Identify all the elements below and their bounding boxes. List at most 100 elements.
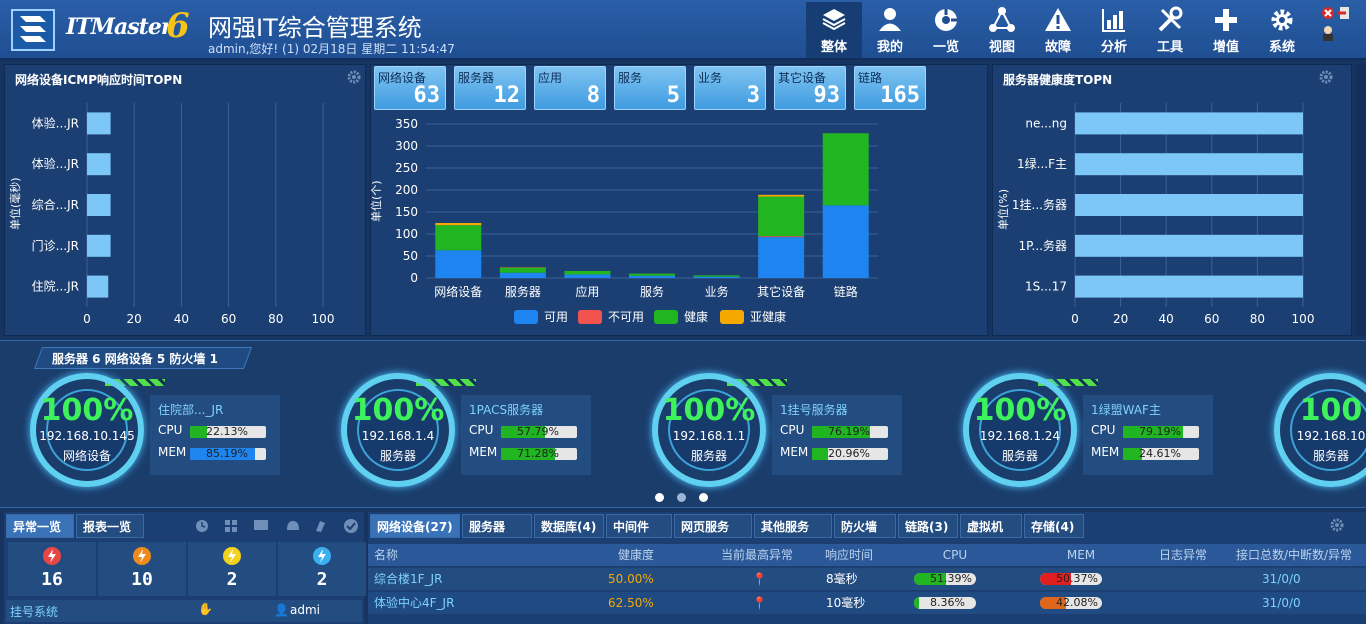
nav-tools[interactable]: 工具	[1142, 2, 1198, 58]
port-stats[interactable]: 31/0/0	[1262, 592, 1301, 614]
tools-icon	[1158, 6, 1183, 32]
device-tab[interactable]: 网页服务(3)	[674, 514, 752, 558]
gear-icon[interactable]	[1330, 518, 1344, 532]
nav-layers[interactable]: 整体	[806, 2, 862, 58]
device-tab[interactable]: 其他服务(2)	[754, 514, 832, 558]
edit-icon[interactable]	[316, 521, 325, 532]
server-name[interactable]: 1挂号服务器	[780, 401, 848, 418]
nav-topology[interactable]: 视图	[974, 2, 1030, 58]
lightning-icon	[313, 547, 331, 565]
summary-card[interactable]: 其它设备 93	[774, 66, 846, 110]
table-row[interactable]	[368, 568, 1366, 590]
summary-card[interactable]: 服务 5	[614, 66, 686, 110]
carousel-dot-3[interactable]	[698, 493, 708, 502]
gauge-percent: 100%	[973, 393, 1067, 428]
device-tab[interactable]: 防火墙(1)	[834, 514, 896, 558]
gauge-ip: 192.168.10	[1296, 429, 1366, 443]
nav-label: 系统	[1268, 40, 1295, 55]
alert-pin-icon[interactable]: 📍	[752, 568, 767, 590]
server-gauge[interactable]: 100% 192.168.1.24 服务器 1绿盟WAF主 CPU MEM 79.19% 24…	[933, 371, 1263, 501]
alarm-row[interactable]: 挂号系统 ✋ 👤 admi	[6, 600, 362, 622]
nav-user[interactable]: 我的	[862, 2, 918, 58]
nav-dashboard[interactable]: 一览	[918, 2, 974, 58]
nav-gear[interactable]: 系统	[1254, 2, 1310, 58]
cpu-bar: 57.79%	[501, 426, 577, 438]
logout-icon[interactable]	[1338, 7, 1349, 19]
server-name[interactable]: 1PACS服务器	[469, 401, 543, 418]
device-tab[interactable]: 数据库(4)	[534, 514, 604, 538]
scrollbar[interactable]	[1356, 64, 1366, 336]
alarm-count[interactable]: 10	[98, 542, 186, 596]
column-header[interactable]: CPU	[892, 544, 1018, 566]
mem-label: MEM	[158, 445, 187, 459]
column-header[interactable]: 日志异常	[1144, 544, 1222, 566]
warning-icon	[1045, 8, 1071, 31]
server-name[interactable]: 住院部..._JR	[158, 401, 223, 418]
carousel-dot-1[interactable]	[655, 493, 664, 502]
category-label: 其它设备	[757, 284, 805, 299]
alarm-count[interactable]: 16	[8, 542, 96, 596]
port-stats[interactable]: 31/0/0	[1262, 568, 1301, 590]
device-tab[interactable]: 网络设备(27)	[370, 514, 460, 538]
column-header[interactable]: 当前最高异常	[708, 544, 806, 566]
gear-icon	[1271, 9, 1293, 31]
column-header[interactable]: 响应时间	[806, 544, 892, 566]
device-tab[interactable]: 服务器(10)	[462, 514, 532, 558]
nav-warning[interactable]: 故障	[1030, 2, 1086, 58]
bell-icon[interactable]	[287, 521, 299, 530]
device-name[interactable]: 综合楼1F_JR	[374, 568, 442, 590]
grid-icon[interactable]	[225, 520, 237, 532]
mem-value: 42.08%	[1056, 597, 1098, 609]
device-tab[interactable]: 虚拟机(1)	[960, 514, 1022, 558]
alarm-count[interactable]: 2	[278, 542, 366, 596]
column-header[interactable]: MEM	[1018, 544, 1144, 566]
x-tick-label: 60	[221, 312, 236, 326]
carousel-dots	[655, 491, 708, 505]
server-gauge[interactable]: 100 192.168.10 服务器	[1244, 371, 1366, 501]
device-tab[interactable]: 链路(3)	[898, 514, 958, 538]
alert-pin-icon[interactable]: 📍	[752, 592, 767, 614]
bar-segment	[758, 194, 805, 197]
health-value: 50.00%	[608, 572, 654, 586]
device-tab[interactable]: 存储(4)	[1024, 514, 1084, 538]
icmp-chart: 0 20 40 60 80 100 体验...JR 体验...JR 综合...JR 门诊...JR…	[8, 103, 334, 326]
device-name[interactable]: 体验中心4F_JR	[374, 592, 454, 614]
summary-card[interactable]: 网络设备 63	[374, 66, 446, 110]
alarm-count[interactable]: 2	[188, 542, 276, 596]
bar-segment	[564, 270, 611, 275]
device-tab[interactable]: 中间件(4)	[606, 514, 672, 558]
server-name[interactable]: 1绿盟WAF主	[1091, 401, 1161, 418]
summary-card[interactable]: 业务 3	[694, 66, 766, 110]
tab-alarm-list[interactable]: 异常一览	[6, 514, 74, 538]
close-icon[interactable]	[1322, 7, 1334, 19]
nav-chart[interactable]: 分析	[1086, 2, 1142, 58]
summary-card-label: 服务器	[458, 71, 495, 85]
column-header[interactable]: 健康度	[564, 544, 708, 566]
gauge-device-type: 服务器	[1001, 449, 1038, 463]
tab-report-list[interactable]: 报表一览	[76, 514, 144, 538]
layers-icon	[822, 9, 846, 31]
bar-segment	[758, 236, 805, 238]
health-panel: 服务器健康度TOPN 0 20 40 60 80 100 ne...ng 1绿...F主 1挂.…	[992, 64, 1352, 336]
bar-segment	[499, 272, 546, 278]
column-header[interactable]: 名称	[368, 544, 564, 566]
server-gauge[interactable]: 100% 192.168.1.1 服务器 1挂号服务器 CPU MEM 76.19% 20.9…	[622, 371, 952, 501]
server-gauge[interactable]: 100% 192.168.1.4 服务器 1PACS服务器 CPU MEM 57.79% 71…	[311, 371, 641, 501]
nav-plus[interactable]: 增值	[1198, 2, 1254, 58]
x-tick-label: 60	[1204, 312, 1219, 326]
clock-icon[interactable]	[196, 520, 208, 532]
summary-card[interactable]: 服务器 12	[454, 66, 526, 110]
status-stacked-chart: 0 50 100 150 200 250 300 350 网络设备 服务器 应用 服务 业务 其它设备 链路…	[370, 117, 878, 324]
user-avatar-icon[interactable]	[1323, 26, 1333, 41]
summary-card[interactable]: 应用 8	[534, 66, 606, 110]
category-label: 业务	[705, 284, 729, 299]
check-icon[interactable]	[344, 519, 358, 533]
carousel-dot-2[interactable]	[676, 493, 686, 502]
table-row[interactable]	[368, 592, 1366, 614]
column-header[interactable]: 接口总数/中断数/异常	[1222, 544, 1366, 566]
nav-label: 一览	[932, 40, 959, 55]
monitor-icon[interactable]	[254, 520, 268, 530]
summary-card[interactable]: 链路 165	[854, 66, 926, 110]
cpu-bar: 76.19%	[812, 426, 888, 438]
server-gauge[interactable]: 100% 192.168.10.145 网络设备 住院部..._JR CPU MEM 22.…	[0, 371, 330, 501]
